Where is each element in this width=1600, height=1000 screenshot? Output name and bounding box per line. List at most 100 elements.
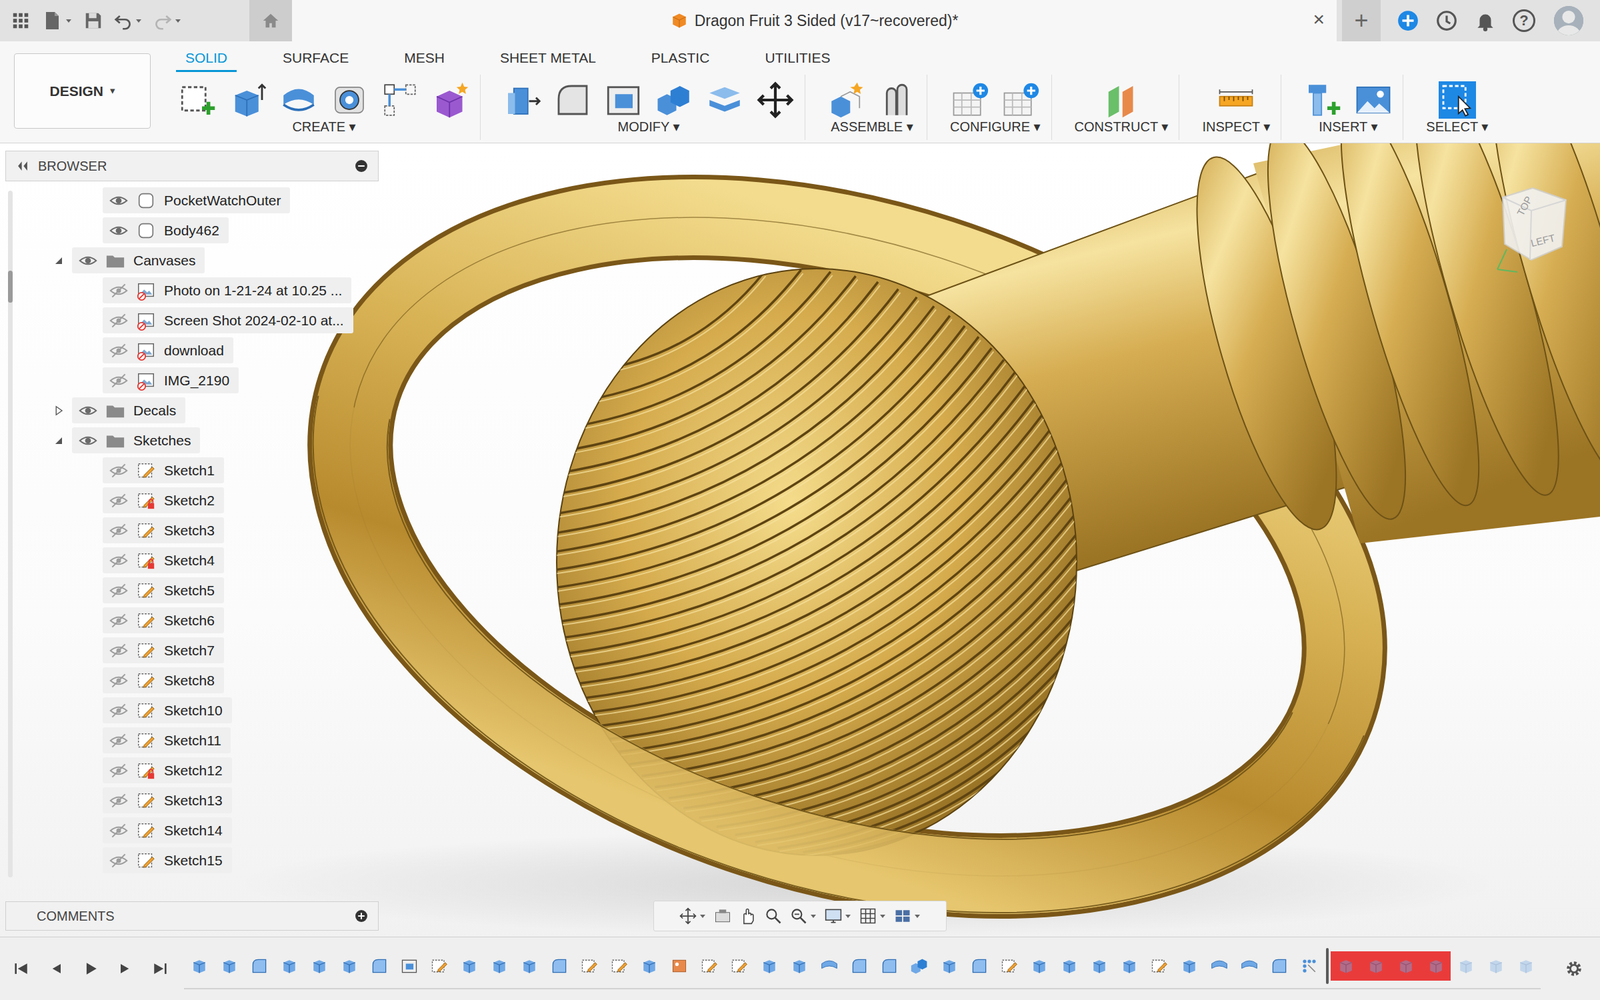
caret-icon[interactable] (844, 912, 852, 920)
eye-hidden-icon[interactable] (109, 521, 128, 540)
eye-icon[interactable] (78, 251, 98, 270)
decal-feature-icon[interactable] (670, 956, 689, 976)
display-settings-tool[interactable] (824, 906, 852, 926)
browser-node-label[interactable]: Sketch4 (164, 550, 215, 572)
timeline-feature[interactable] (1480, 951, 1511, 981)
browser-node-label[interactable]: Canvases (133, 250, 196, 272)
timeline-feature-state[interactable] (1120, 956, 1139, 976)
browser-node[interactable]: Sketch6 (5, 605, 379, 636)
timeline-feature-state[interactable] (1366, 956, 1386, 976)
box-feature-icon[interactable] (1486, 956, 1506, 976)
browser-node-label[interactable]: Sketch15 (164, 850, 223, 872)
browser-node-body[interactable]: Sketch10 (102, 697, 232, 724)
browser-node-body[interactable]: Sketch1 (102, 457, 224, 484)
close-tab-button[interactable]: × (1312, 9, 1337, 32)
timeline-feature-state[interactable] (1150, 956, 1169, 976)
timeline-feature[interactable] (364, 951, 394, 981)
timeline-feature[interactable] (1390, 951, 1421, 981)
timeline-feature[interactable] (454, 951, 484, 981)
shell-icon[interactable] (604, 81, 642, 119)
browser-node[interactable]: Sketches (5, 425, 379, 456)
add-comment-icon[interactable] (354, 908, 369, 924)
browser-node-body[interactable]: PocketWatchOuter (102, 187, 290, 214)
caret-icon[interactable] (174, 16, 182, 25)
expanded-arrow-icon[interactable] (52, 254, 66, 268)
browser-node-label[interactable]: Sketch3 (164, 520, 215, 542)
timeline-feature[interactable] (664, 951, 694, 981)
box-feature-icon[interactable] (220, 956, 239, 976)
help-button[interactable]: ? (1512, 9, 1536, 32)
timeline-feature[interactable] (1024, 951, 1054, 981)
timeline-feature[interactable] (394, 951, 424, 981)
timeline-feature[interactable] (424, 951, 454, 981)
ribbon-tab[interactable]: SHEET METAL (490, 44, 606, 72)
browser-node-label[interactable]: download (164, 340, 224, 362)
timeline-feature-state[interactable] (280, 956, 299, 976)
offset-icon[interactable] (706, 81, 744, 119)
fit-tool[interactable] (789, 906, 818, 926)
timeline-feature-state[interactable] (850, 956, 869, 976)
play-icon[interactable] (81, 959, 100, 978)
step-forward-icon[interactable] (116, 959, 135, 978)
plane-icon[interactable] (1102, 81, 1140, 119)
eye-icon[interactable] (78, 401, 98, 420)
model-render[interactable] (0, 143, 1600, 937)
box-feature-icon[interactable] (760, 956, 779, 976)
orbit-icon[interactable] (678, 906, 698, 926)
timeline-feature-state[interactable] (880, 956, 899, 976)
box-feature-icon[interactable] (1426, 956, 1446, 976)
timeline-feature-state[interactable] (520, 956, 539, 976)
timeline-feature-state[interactable] (190, 956, 209, 976)
timeline-feature-state[interactable] (460, 956, 479, 976)
timeline-feature[interactable] (1174, 951, 1204, 981)
ribbon-tab[interactable]: SOLID (176, 44, 237, 72)
eye-hidden-icon[interactable] (109, 731, 128, 750)
tool-group-menu[interactable]: ASSEMBLE ▾ (830, 118, 913, 135)
redo-button[interactable] (153, 11, 182, 30)
redo-icon[interactable] (153, 11, 172, 30)
eye-hidden-icon[interactable] (109, 491, 128, 510)
undo-button[interactable] (114, 11, 143, 30)
browser-node-label[interactable]: Sketch13 (164, 790, 223, 812)
eye-hidden-icon[interactable] (109, 551, 128, 570)
box-feature-icon[interactable] (1180, 956, 1199, 976)
collapse-panel-icon[interactable] (15, 158, 30, 174)
browser-node-body[interactable]: Canvases (72, 247, 205, 274)
timeline-feature[interactable] (1264, 951, 1294, 981)
fit-icon[interactable] (789, 906, 808, 926)
home-tab[interactable] (249, 0, 292, 42)
sketch-feature-icon[interactable] (1150, 956, 1169, 976)
measure-icon[interactable] (1217, 81, 1255, 119)
joint-icon[interactable] (878, 81, 916, 119)
timeline-feature[interactable] (874, 951, 904, 981)
insert-bolt-icon[interactable] (1304, 81, 1342, 119)
fillet-feature-icon[interactable] (250, 956, 269, 976)
browser-node[interactable]: Sketch8 (5, 665, 379, 696)
browser-node-label[interactable]: Decals (133, 400, 176, 422)
view-cube[interactable]: TOPLEFT (1489, 184, 1571, 278)
sketch-icon[interactable] (178, 81, 216, 119)
timeline-feature[interactable] (634, 951, 664, 981)
caret-icon[interactable] (809, 912, 818, 920)
browser-node[interactable]: Canvases (5, 245, 379, 276)
job-status-icon[interactable] (1435, 9, 1458, 32)
timeline-feature[interactable] (784, 951, 814, 981)
browser-node[interactable]: Sketch13 (5, 785, 379, 816)
grid-settings-tool[interactable] (858, 906, 887, 926)
revolve-feature-icon[interactable] (1240, 956, 1259, 976)
browser-node-label[interactable]: Photo on 1-21-24 at 10.25 ... (164, 280, 342, 302)
browser-node-body[interactable]: Decals (72, 397, 186, 424)
box-feature-icon[interactable] (190, 956, 209, 976)
marker-bar[interactable] (1326, 948, 1329, 984)
timeline-feature[interactable] (724, 951, 754, 981)
browser-node-label[interactable]: Sketch14 (164, 820, 223, 842)
display-settings-icon[interactable] (824, 906, 843, 926)
expanded-arrow-icon[interactable] (52, 434, 66, 448)
eye-hidden-icon[interactable] (109, 341, 128, 360)
timeline-feature[interactable] (754, 951, 784, 981)
box-feature-icon[interactable] (1120, 956, 1139, 976)
timeline-feature[interactable] (574, 951, 604, 981)
timeline-feature-state[interactable] (1456, 956, 1476, 976)
minimize-panel-icon[interactable] (354, 158, 369, 174)
timeline-feature-state[interactable] (580, 956, 599, 976)
